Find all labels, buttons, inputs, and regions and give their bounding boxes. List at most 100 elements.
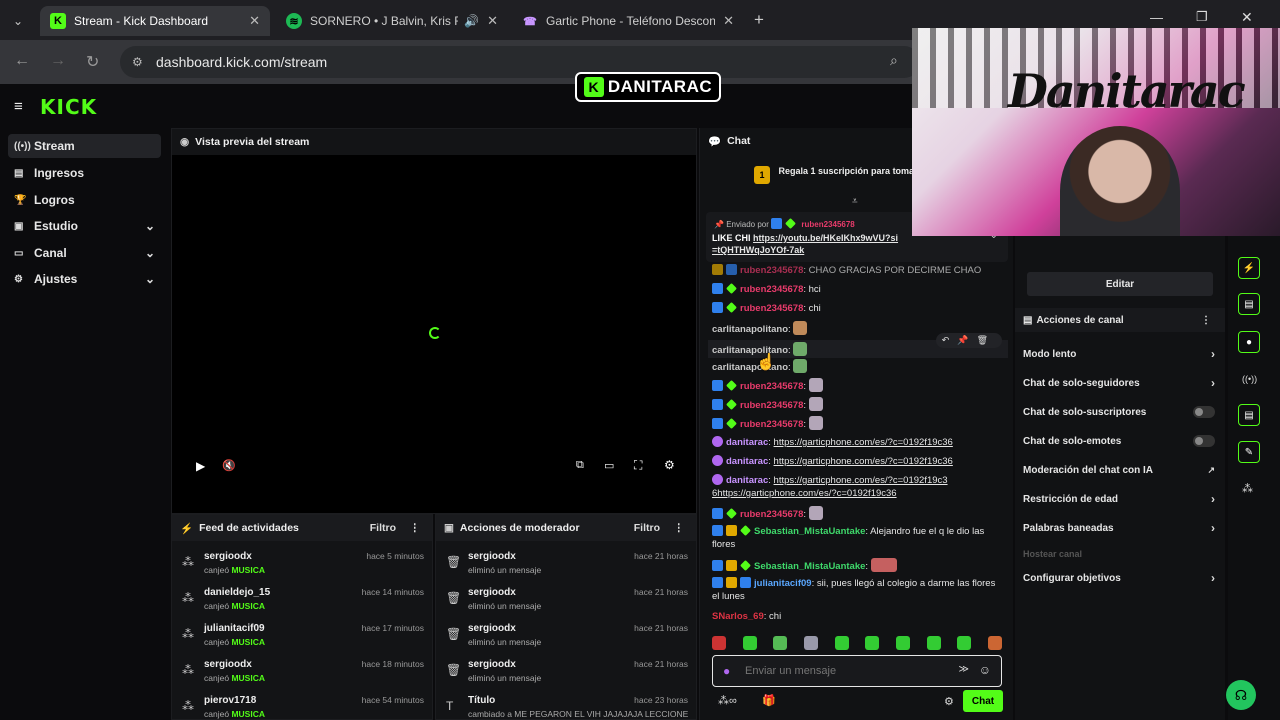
forward-arrow-icon[interactable]: → xyxy=(50,52,66,70)
chat-username[interactable]: ruben2345678 xyxy=(740,284,803,295)
back-arrow-icon[interactable]: ← xyxy=(14,52,30,70)
chat-username[interactable]: Sebastian_MistaUantake xyxy=(754,561,865,572)
subscribers-only-toggle[interactable] xyxy=(1193,406,1215,418)
chat-link[interactable]: https://garticphone.com/es/?c=0192f19c36 xyxy=(774,456,953,467)
message-input[interactable] xyxy=(745,662,935,680)
chat-username[interactable]: julianitacif09 xyxy=(754,578,812,589)
sidebar-item-canal[interactable]: ▭ Canal ⌄ xyxy=(8,241,161,265)
mod-banned-words[interactable]: Palabras baneadas › xyxy=(1023,516,1219,540)
mod-followers-only[interactable]: Chat de solo-seguidores › xyxy=(1023,371,1219,395)
sidebar-item-logros[interactable]: 🏆 Logros xyxy=(8,188,161,212)
chat-username[interactable]: SNarlos_69 xyxy=(712,611,764,622)
support-headset-icon[interactable]: ☊ xyxy=(1226,680,1256,710)
activity-user[interactable]: sergioodx xyxy=(204,659,252,670)
more-vertical-icon[interactable]: ⋮ xyxy=(410,522,421,534)
chat-username[interactable]: ruben2345678 xyxy=(740,509,803,520)
chat-settings-icon[interactable]: ⚙ xyxy=(944,695,954,708)
mod-age-restriction[interactable]: Restricción de edad › xyxy=(1023,487,1219,511)
close-icon[interactable]: ✕ xyxy=(249,13,260,29)
chat-username[interactable]: danitarac xyxy=(726,475,768,486)
mod-ai-moderation[interactable]: Moderación del chat con IA ↗ xyxy=(1023,458,1219,482)
emote-icon[interactable] xyxy=(803,636,818,650)
tab-spotify[interactable]: ≋ SORNERO • J Balvin, Kris R. 🔊 ✕ xyxy=(276,6,508,36)
emoji-icon[interactable]: ☺ xyxy=(979,663,991,677)
sidebar-item-ingresos[interactable]: ▤ Ingresos xyxy=(8,161,161,185)
tab-kick-dashboard[interactable]: K Stream - Kick Dashboard ✕ xyxy=(40,6,270,36)
close-icon[interactable]: ✕ xyxy=(487,13,498,29)
window-close-icon[interactable]: ✕ xyxy=(1241,9,1253,26)
chat-username[interactable]: carlitanapolitano xyxy=(712,345,788,356)
emote-icon[interactable] xyxy=(895,636,910,650)
sidebar-item-estudio[interactable]: ▣ Estudio ⌄ xyxy=(8,214,161,238)
chat-username[interactable]: ruben2345678 xyxy=(740,265,803,276)
emotes-only-toggle[interactable] xyxy=(1193,435,1215,447)
chat-username[interactable]: carlitanapolitano xyxy=(712,324,788,335)
minimize-icon[interactable]: — xyxy=(1150,10,1163,25)
pinned-user[interactable]: ruben2345678 xyxy=(801,220,854,229)
chat-input[interactable]: ● ≫ ☺ xyxy=(712,655,1002,687)
tab-gartic-phone[interactable]: ☎ Gartic Phone - Teléfono Descon ✕ xyxy=(512,6,744,36)
modaction-user[interactable]: sergioodx xyxy=(468,623,516,634)
chat-username[interactable]: ruben2345678 xyxy=(740,381,803,392)
lightning-icon[interactable]: ⚡ xyxy=(1238,257,1260,279)
mute-icon[interactable]: 🔇 xyxy=(222,459,236,472)
filter-button[interactable]: Filtro xyxy=(370,522,396,534)
chat-username[interactable]: ruben2345678 xyxy=(740,303,803,314)
edit-button[interactable]: Editar xyxy=(1027,272,1213,296)
mod-configure-goals[interactable]: Configurar objetivos › xyxy=(1023,566,1219,590)
chat-username[interactable]: danitarac xyxy=(726,437,768,448)
more-vertical-icon[interactable]: ⋮ xyxy=(1201,315,1211,326)
emote-icon[interactable] xyxy=(926,636,941,650)
chat-username[interactable]: ruben2345678 xyxy=(740,400,803,411)
modaction-user[interactable]: sergioodx xyxy=(468,659,516,670)
chat-username[interactable]: carlitanapolitano xyxy=(712,362,788,373)
chat-username[interactable]: danitarac xyxy=(726,456,768,467)
site-info-icon[interactable]: ⚙ xyxy=(132,55,143,69)
chat-link[interactable]: https://garticphone.com/es/?c=0192f19c36 xyxy=(774,437,953,448)
chat-bubble-icon[interactable]: ● xyxy=(1238,331,1260,353)
pip-icon[interactable]: ⧉ xyxy=(576,459,584,472)
reply-icon[interactable]: ↶ xyxy=(942,335,958,345)
chat-username[interactable]: Sebastian_MistaUantake xyxy=(754,526,865,537)
send-chat-button[interactable]: Chat xyxy=(963,690,1003,712)
layout-icon[interactable]: ▤ xyxy=(1238,404,1260,426)
collapse-icon[interactable]: ⩡ xyxy=(852,196,858,207)
mod-slow-mode[interactable]: Modo lento › xyxy=(1023,342,1219,366)
restore-icon[interactable]: ❐ xyxy=(1196,9,1208,25)
activity-user[interactable]: pierov1718 xyxy=(204,695,256,706)
emote-icon[interactable] xyxy=(987,636,1002,650)
play-icon[interactable]: ▶ xyxy=(196,459,205,473)
trash-icon[interactable]: 🗑 xyxy=(977,335,996,345)
emote-icon[interactable] xyxy=(834,636,849,650)
url-field[interactable]: ⚙ dashboard.kick.com/stream xyxy=(120,46,920,78)
sidebar-item-ajustes[interactable]: ⚙ Ajustes ⌄ xyxy=(8,267,161,291)
activity-user[interactable]: julianitacif09 xyxy=(204,623,265,634)
close-icon[interactable]: ✕ xyxy=(723,13,734,29)
zoom-icon[interactable]: ⌕ xyxy=(890,52,898,69)
speaker-icon[interactable]: 🔊 xyxy=(464,14,479,28)
sidebar-item-stream[interactable]: ((•)) Stream xyxy=(8,134,161,158)
broadcast-icon[interactable]: ((•)) xyxy=(1242,374,1257,384)
settings-gear-icon[interactable]: ⚙ xyxy=(664,458,675,472)
tab-search-button[interactable]: ⌄ xyxy=(6,6,34,36)
group-icon[interactable]: ⁂ xyxy=(1242,482,1253,495)
gift-icon[interactable]: 🎁 xyxy=(762,694,776,707)
modaction-user[interactable]: sergioodx xyxy=(468,587,516,598)
community-icon[interactable]: ⁂∞ xyxy=(718,694,737,707)
translate-icon[interactable]: ≫ xyxy=(959,664,969,675)
more-vertical-icon[interactable]: ⋮ xyxy=(674,522,685,534)
emote-icon[interactable] xyxy=(957,636,972,650)
reload-icon[interactable]: ↻ xyxy=(86,52,99,72)
chat-username[interactable]: ruben2345678 xyxy=(740,419,803,430)
activity-user[interactable]: sergioodx xyxy=(204,551,252,562)
emote-icon[interactable] xyxy=(865,636,880,650)
modaction-user[interactable]: sergioodx xyxy=(468,551,516,562)
fullscreen-icon[interactable]: ⛶ xyxy=(634,458,642,473)
emote-icon[interactable] xyxy=(773,636,788,650)
wrench-icon[interactable]: ✎ xyxy=(1238,441,1260,463)
emote-icon[interactable] xyxy=(712,636,726,650)
document-icon[interactable]: ▤ xyxy=(1238,293,1260,315)
activity-user[interactable]: danieldejo_15 xyxy=(204,587,270,598)
pin-icon[interactable]: 📌 xyxy=(957,335,976,345)
emote-icon[interactable] xyxy=(742,636,757,650)
